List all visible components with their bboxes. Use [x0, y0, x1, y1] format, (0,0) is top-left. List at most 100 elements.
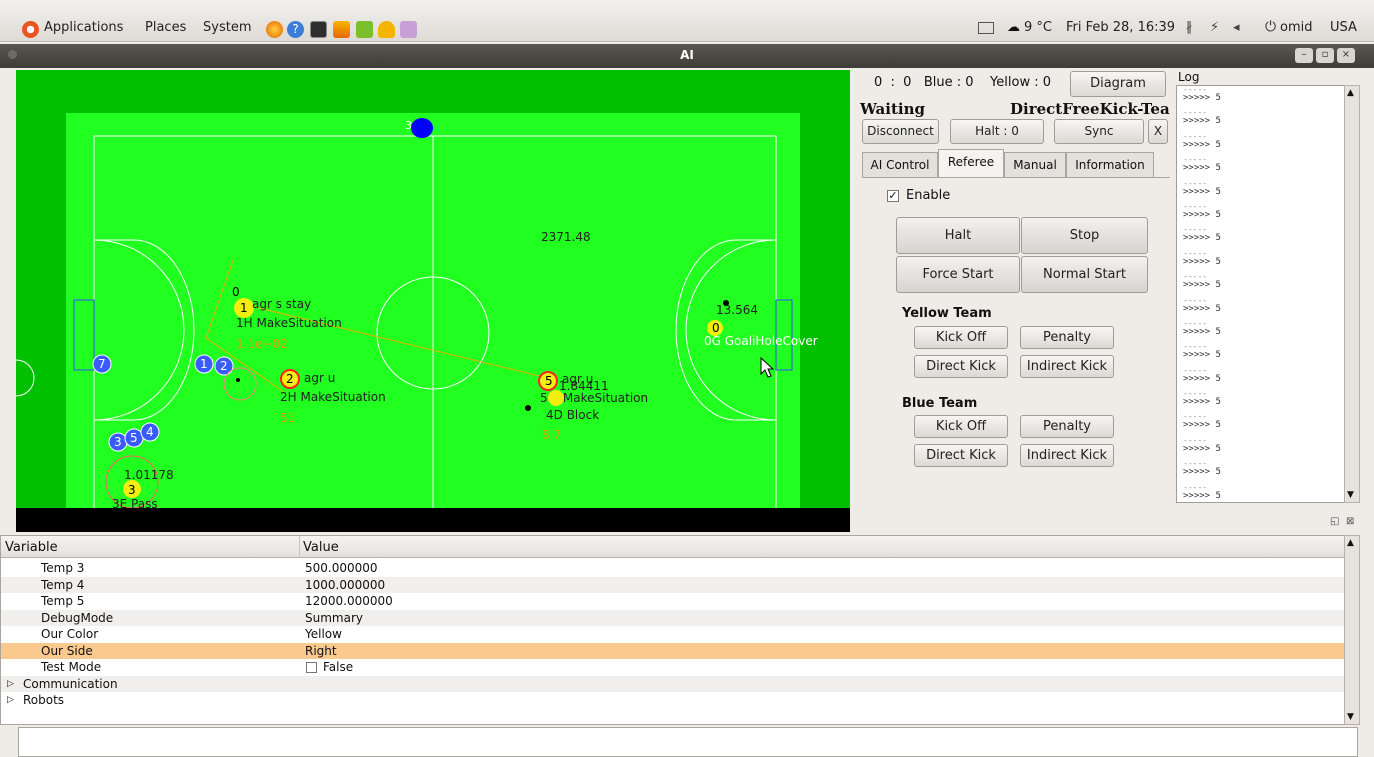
user-name[interactable]: omid [1280, 20, 1312, 35]
pidgin-icon[interactable] [400, 21, 417, 38]
var-value[interactable]: 12000.000000 [305, 593, 393, 609]
places-menu[interactable]: Places [145, 20, 186, 35]
blue-robot-3[interactable]: 3 [108, 432, 128, 452]
normal-start-button[interactable]: Normal Start [1021, 256, 1148, 293]
var-value[interactable]: Yellow [305, 626, 342, 642]
var-value[interactable]: Right [305, 643, 337, 659]
yellow-kick-off-button[interactable]: Kick Off [914, 326, 1008, 349]
clock[interactable]: Fri Feb 28, 16:39 [1066, 20, 1175, 35]
log-entry: ----- >>>>> 5 [1177, 343, 1349, 366]
blue-robot-7[interactable]: 7 [92, 354, 112, 374]
var-value[interactable]: 500.000000 [305, 560, 378, 576]
log-entry: ----- >>>>> 5 [1177, 273, 1349, 296]
diagram-button[interactable]: Diagram [1070, 71, 1166, 97]
log-entry: ----- >>>>> 5 [1177, 226, 1349, 249]
power-icon[interactable]: ⏻ [1265, 19, 1276, 35]
blue-robot-4[interactable]: 4 [140, 422, 160, 442]
table-scrollbar[interactable]: ▲ ▼ [1344, 535, 1360, 725]
tab-referee[interactable]: Referee [938, 149, 1004, 177]
terminal-icon[interactable] [310, 21, 327, 38]
yellow-indirect-kick-button[interactable]: Indirect Kick [1020, 355, 1114, 378]
scroll-down-icon[interactable]: ▼ [1347, 490, 1354, 500]
tab-ai-control[interactable]: AI Control [862, 152, 938, 178]
var-value[interactable]: Summary [305, 610, 363, 626]
robot-1-line3: 1.1e+02 [236, 337, 288, 351]
minimize-icon[interactable]: – [1295, 48, 1313, 63]
tab-manual[interactable]: Manual [1004, 152, 1066, 178]
headphones-icon[interactable] [378, 21, 395, 38]
table-row[interactable]: Temp 3 500.000000 [1, 560, 1355, 577]
column-variable[interactable]: Variable [5, 540, 58, 555]
test-mode-checkbox[interactable] [306, 662, 317, 673]
log-entry-text: >>>>> 5 [1183, 303, 1221, 314]
log-list[interactable]: ----- >>>>> 5 ----- >>>>> 5 ----- >>>>> 5 ----… [1176, 85, 1350, 503]
scroll-up-icon[interactable]: ▲ [1347, 88, 1354, 98]
table-row-selected[interactable]: Our Side Right [1, 642, 1355, 659]
halt-counter-button[interactable]: Halt : 0 [950, 119, 1044, 144]
tab-information[interactable]: Information [1066, 152, 1154, 178]
sync-button[interactable]: Sync [1054, 119, 1144, 144]
stop-button[interactable]: Stop [1021, 217, 1148, 254]
help-icon[interactable]: ? [287, 21, 304, 38]
keyboard-layout[interactable]: USA [1330, 20, 1357, 35]
var-name: Temp 3 [41, 561, 85, 575]
table-row[interactable]: DebugMode Summary [1, 609, 1355, 626]
volume-icon[interactable]: ◂ [1233, 20, 1240, 35]
mail-icon[interactable] [978, 22, 994, 34]
yellow-penalty-button[interactable]: Penalty [1020, 326, 1114, 349]
ubuntu-logo-icon[interactable] [22, 21, 39, 38]
robot-1-top: 0 [232, 285, 240, 299]
table-row[interactable]: ▷ Communication [1, 675, 1355, 692]
force-start-button[interactable]: Force Start [896, 256, 1020, 293]
log-scrollbar[interactable]: ▲ ▼ [1344, 85, 1360, 503]
dock-float-icon[interactable]: ◱ [1330, 516, 1339, 527]
table-row[interactable]: ▷ Robots [1, 692, 1355, 709]
var-value[interactable]: 1000.000000 [305, 577, 385, 593]
close-panel-button[interactable]: X [1148, 119, 1168, 144]
robot-2-line3: 51 [280, 411, 295, 425]
robot-2-num: 2 [286, 372, 294, 386]
blue-penalty-button[interactable]: Penalty [1020, 415, 1114, 438]
blue-direct-kick-button[interactable]: Direct Kick [914, 444, 1008, 467]
log-entry-text: >>>>> 5 [1183, 280, 1221, 291]
halt-button[interactable]: Halt [896, 217, 1020, 254]
yellow-team-label: Yellow Team [902, 306, 992, 321]
maximize-icon[interactable]: ▫ [1316, 48, 1334, 63]
weather-icon[interactable]: ☁ [1007, 20, 1020, 35]
table-row[interactable]: Test Mode False [1, 659, 1355, 676]
applications-menu[interactable]: Applications [44, 20, 123, 35]
blue-robot-1[interactable]: 1 [194, 354, 214, 374]
log-entry-text: >>>>> 5 [1183, 116, 1221, 127]
weather-text[interactable]: 9 °C [1024, 20, 1052, 35]
blue-robot-5[interactable]: 5 [124, 428, 144, 448]
variable-table[interactable]: Variable Value Temp 3 500.000000 Temp 4 10… [0, 535, 1356, 725]
ball[interactable] [411, 118, 433, 138]
enable-checkbox[interactable]: ✓ [887, 190, 899, 202]
scroll-down-icon[interactable]: ▼ [1347, 712, 1354, 722]
qt-creator-icon[interactable] [356, 21, 373, 38]
table-row[interactable]: Temp 4 1000.000000 [1, 576, 1355, 593]
var-name: Our Color [41, 627, 99, 641]
firefox-icon[interactable] [266, 21, 283, 38]
column-value[interactable]: Value [303, 540, 339, 555]
network-icon[interactable]: ⚡ [1210, 20, 1219, 35]
dock-close-icon[interactable]: ⊠ [1346, 516, 1354, 527]
expand-icon[interactable]: ▷ [7, 692, 14, 708]
log-entry: ----- >>>>> 5 [1177, 436, 1349, 460]
system-menu[interactable]: System [203, 20, 251, 35]
var-name: Our Side [41, 643, 93, 658]
blue-indirect-kick-button[interactable]: Indirect Kick [1020, 444, 1114, 467]
yellow-direct-kick-button[interactable]: Direct Kick [914, 355, 1008, 378]
soccer-field[interactable]: 2371.48 3 0 1 agr s stay 1H MakeSituatio… [16, 70, 850, 508]
table-row[interactable]: Temp 5 12000.000000 [1, 593, 1355, 610]
window-titlebar[interactable]: AI – ▫ × [0, 44, 1374, 68]
blue-kick-off-button[interactable]: Kick Off [914, 415, 1008, 438]
bluetooth-icon[interactable]: ∦ [1186, 20, 1193, 35]
expand-icon[interactable]: ▷ [7, 676, 14, 692]
table-row[interactable]: Our Color Yellow [1, 626, 1355, 643]
disconnect-button[interactable]: Disconnect [862, 119, 939, 144]
log-entry: ----- >>>>> 5 [1177, 413, 1349, 436]
close-icon[interactable]: × [1337, 48, 1355, 63]
scroll-up-icon[interactable]: ▲ [1347, 538, 1354, 548]
vlc-icon[interactable] [333, 21, 350, 38]
